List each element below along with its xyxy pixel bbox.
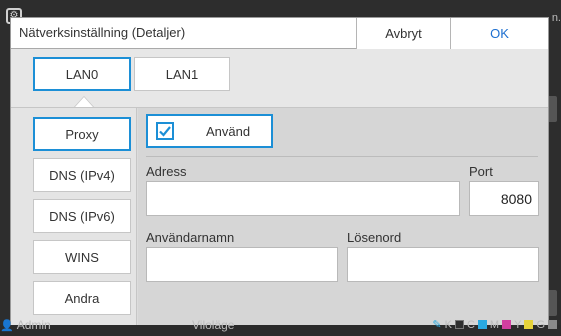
sidebar-item-wins[interactable]: WINS [33,240,131,274]
status-user-name: Admin [16,318,51,332]
background-corner-text: n. [551,12,561,24]
sidebar-item-dns-ipv4[interactable]: DNS (IPv4) [33,158,131,192]
toner-level-c [477,320,487,329]
status-user[interactable]: 👤 Admin [0,318,51,332]
checkmark-icon [159,126,171,137]
settings-sidebar: Proxy DNS (IPv4) DNS (IPv6) WINS Andra [11,108,137,326]
use-proxy-checkbox[interactable] [156,122,174,140]
username-field[interactable] [146,247,338,282]
password-label: Lösenord [347,230,402,245]
username-label: Användarnamn [146,230,235,245]
section-divider [146,156,538,157]
toner-label-c: C [466,318,475,331]
proxy-panel: Använd Adress Port 8080 Användarnamn Lös… [138,108,548,326]
edit-icon: ✎ [432,319,442,331]
use-proxy-label: Använd [206,123,251,139]
toner-level-k [454,320,464,329]
user-icon: 👤 [0,319,14,332]
dialog-title: Nätverksinställning (Detaljer) [19,25,186,40]
port-field[interactable]: 8080 [469,181,539,216]
toner-label-m: M [489,318,500,331]
status-mode: Viloläge [192,318,235,332]
toner-level-y [524,320,534,329]
address-field[interactable] [146,181,460,216]
sidebar-item-proxy[interactable]: Proxy [33,117,131,151]
sidebar-item-andra[interactable]: Andra [33,281,131,315]
lan-tab-bar: LAN0 LAN1 [11,50,548,107]
active-tab-pointer [75,97,93,107]
toner-level-m [502,320,512,329]
address-label: Adress [146,164,187,179]
network-settings-dialog: Nätverksinställning (Detaljer) Avbryt OK… [10,17,549,326]
use-proxy-toggle[interactable]: Använd [146,114,273,148]
dialog-titlebar: Nätverksinställning (Detaljer) Avbryt OK [11,18,548,49]
toner-label-k: K [444,318,452,331]
cancel-button[interactable]: Avbryt [356,18,450,49]
ok-button[interactable]: OK [450,18,548,49]
toner-label-g: G [536,318,545,331]
toner-label-y: Y [514,318,522,331]
toner-status: ✎ K C M Y G [432,318,557,331]
toner-level-g [548,320,557,329]
tab-lan1[interactable]: LAN1 [134,57,230,91]
password-field[interactable] [347,247,539,282]
settings-content: Proxy DNS (IPv4) DNS (IPv6) WINS Andra A… [11,107,548,326]
port-label: Port [469,164,493,179]
tab-lan0[interactable]: LAN0 [33,57,131,91]
sidebar-item-dns-ipv6[interactable]: DNS (IPv6) [33,199,131,233]
